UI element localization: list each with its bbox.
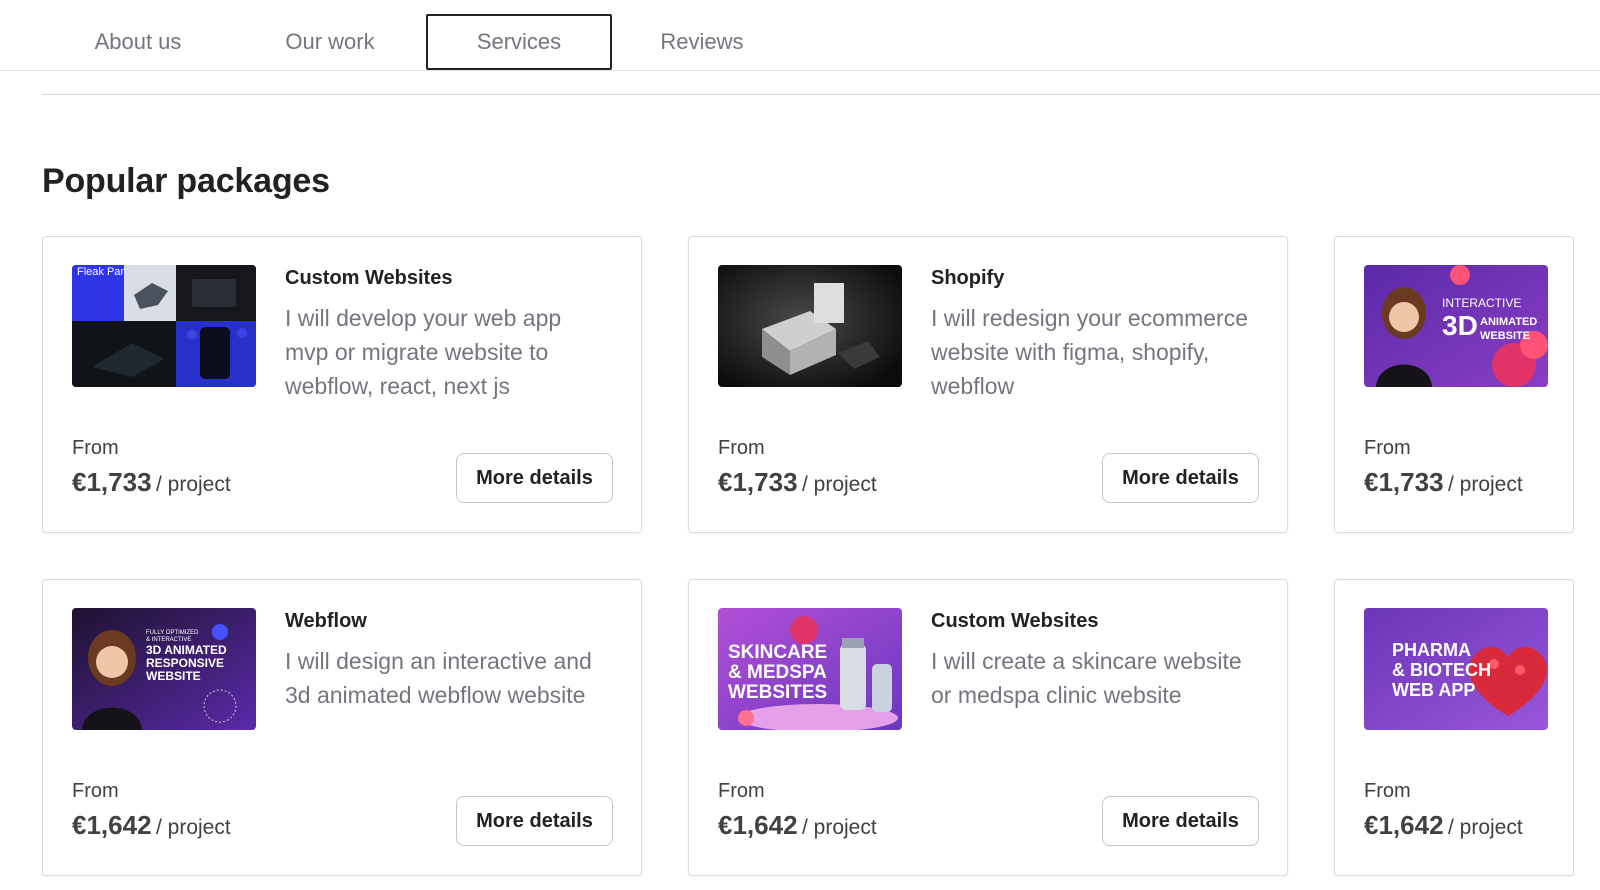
package-description[interactable]: I will develop your web app mvp or migra… bbox=[285, 301, 605, 403]
package-category: Custom Websites bbox=[931, 610, 1099, 632]
package-card[interactable]: Shopify I will redesign your ecommerce w… bbox=[688, 236, 1288, 533]
shopify-product-thumbnail[interactable] bbox=[718, 265, 902, 387]
interactive-3d-thumbnail[interactable]: INTERACTIVE 3D ANIMATED WEBSITE bbox=[1364, 265, 1548, 387]
package-category: Shopify bbox=[931, 267, 1005, 289]
section-divider bbox=[42, 94, 1600, 95]
price-unit: / project bbox=[1447, 816, 1523, 839]
package-category: Webflow bbox=[285, 610, 367, 632]
package-price: €1,733 bbox=[72, 467, 152, 497]
thumb-line: PHARMA bbox=[1392, 640, 1471, 660]
webflow-3d-image: FULLY OPTIMIZED & INTERACTIVE 3D ANIMATE… bbox=[72, 608, 256, 730]
price-unit: / project bbox=[801, 816, 877, 839]
thumb-line: 3D ANIMATED bbox=[146, 643, 227, 657]
package-price: €1,642 bbox=[718, 810, 798, 840]
tabs-bar: About us Our work Services Reviews bbox=[0, 0, 1600, 71]
tab-our-work[interactable]: Our work bbox=[250, 14, 410, 70]
package-description[interactable]: I will design an interactive and 3d anim… bbox=[285, 644, 605, 712]
from-label: From bbox=[72, 780, 119, 802]
fleak-panel-thumbnail[interactable]: Fleak Panel bbox=[72, 265, 256, 387]
package-price: €1,733 bbox=[1364, 467, 1444, 497]
price-unit: / project bbox=[1447, 473, 1523, 496]
thumb-line: WEBSITE bbox=[146, 669, 201, 683]
package-card[interactable]: INTERACTIVE 3D ANIMATED WEBSITE From €1,… bbox=[1334, 236, 1574, 533]
more-details-button[interactable]: More details bbox=[456, 453, 613, 503]
thumb-line: SKINCARE bbox=[728, 642, 827, 663]
tab-reviews[interactable]: Reviews bbox=[622, 14, 782, 70]
shopify-product-image bbox=[718, 265, 902, 387]
package-price: €1,733 bbox=[718, 467, 798, 497]
pharma-biotech-image: PHARMA & BIOTECH WEB APP bbox=[1364, 608, 1548, 730]
thumb-line: 3D bbox=[1442, 310, 1478, 341]
thumb-line: FULLY OPTIMIZED bbox=[146, 630, 199, 636]
package-card[interactable]: SKINCARE & MEDSPA WEBSITES Custom Websit… bbox=[688, 579, 1288, 876]
more-details-button[interactable]: More details bbox=[1102, 796, 1259, 846]
thumb-line: WEBSITES bbox=[728, 682, 827, 703]
tab-services[interactable]: Services bbox=[426, 14, 612, 70]
interactive-3d-image: INTERACTIVE 3D ANIMATED WEBSITE bbox=[1364, 265, 1548, 387]
pharma-biotech-thumbnail[interactable]: PHARMA & BIOTECH WEB APP bbox=[1364, 608, 1548, 730]
price-row: €1,733 / project bbox=[718, 467, 877, 498]
from-label: From bbox=[1364, 437, 1411, 459]
webflow-3d-thumbnail[interactable]: FULLY OPTIMIZED & INTERACTIVE 3D ANIMATE… bbox=[72, 608, 256, 730]
from-label: From bbox=[72, 437, 119, 459]
price-row: €1,733 / project bbox=[72, 467, 231, 498]
price-unit: / project bbox=[801, 473, 877, 496]
price-row: €1,642 / project bbox=[718, 810, 877, 841]
thumb-line: & BIOTECH bbox=[1392, 660, 1491, 680]
thumb-line: WEBSITE bbox=[1480, 330, 1530, 342]
package-card[interactable]: FULLY OPTIMIZED & INTERACTIVE 3D ANIMATE… bbox=[42, 579, 642, 876]
package-price: €1,642 bbox=[1364, 810, 1444, 840]
thumb-line: RESPONSIVE bbox=[146, 656, 224, 670]
from-label: From bbox=[718, 780, 765, 802]
skincare-medspa-thumbnail[interactable]: SKINCARE & MEDSPA WEBSITES bbox=[718, 608, 902, 730]
price-unit: / project bbox=[155, 816, 231, 839]
package-category: Custom Websites bbox=[285, 267, 453, 289]
thumb-line: & MEDSPA bbox=[728, 662, 827, 683]
price-row: €1,733 / project bbox=[1364, 467, 1523, 498]
package-card[interactable]: Fleak Panel Custom Websites I will devel… bbox=[42, 236, 642, 533]
more-details-button[interactable]: More details bbox=[456, 796, 613, 846]
package-description[interactable]: I will redesign your ecommerce website w… bbox=[931, 301, 1251, 403]
section-title: Popular packages bbox=[42, 162, 330, 200]
skincare-medspa-image: SKINCARE & MEDSPA WEBSITES bbox=[718, 608, 902, 730]
package-card[interactable]: PHARMA & BIOTECH WEB APP From €1,642 / p… bbox=[1334, 579, 1574, 876]
package-price: €1,642 bbox=[72, 810, 152, 840]
fleak-panel-image: Fleak Panel bbox=[72, 265, 256, 387]
more-details-button[interactable]: More details bbox=[1102, 453, 1259, 503]
from-label: From bbox=[718, 437, 765, 459]
thumb-line: ANIMATED bbox=[1480, 316, 1537, 328]
thumb-line: WEB APP bbox=[1392, 680, 1475, 700]
thumb-line: INTERACTIVE bbox=[1442, 296, 1521, 310]
package-description[interactable]: I will create a skincare website or meds… bbox=[931, 644, 1251, 712]
price-row: €1,642 / project bbox=[72, 810, 231, 841]
price-row: €1,642 / project bbox=[1364, 810, 1523, 841]
from-label: From bbox=[1364, 780, 1411, 802]
price-unit: / project bbox=[155, 473, 231, 496]
tab-about-us[interactable]: About us bbox=[58, 14, 218, 70]
